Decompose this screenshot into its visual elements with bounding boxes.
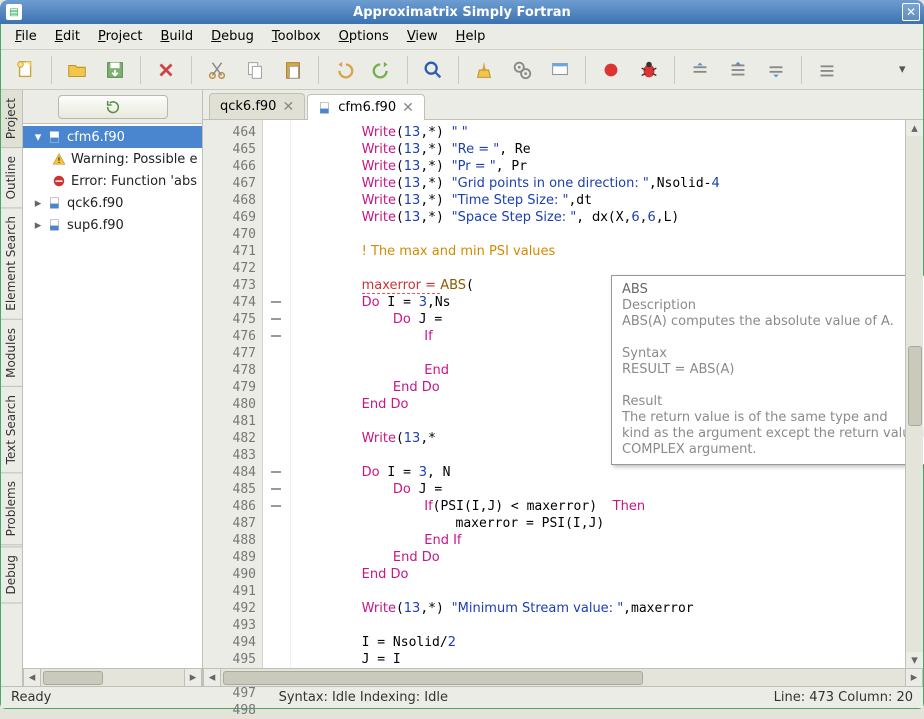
editor-vscroll[interactable]: ▴ ▾ — [905, 120, 923, 668]
step-into-icon[interactable] — [723, 55, 753, 85]
cut-icon[interactable] — [202, 55, 232, 85]
tree-file[interactable]: ▸ qck6.f90 — [23, 192, 202, 214]
menu-options[interactable]: Options — [333, 26, 395, 47]
status-mid: Syntax: Idle Indexing: Idle — [279, 690, 506, 705]
fortran-file-icon — [47, 195, 63, 211]
side-tab-strip: Project Outline Element Search Modules T… — [1, 90, 23, 686]
editor: qck6.f90 ✕ cfm6.f90 ✕ 464 465 466 467 46… — [203, 90, 923, 686]
step-over-icon[interactable] — [685, 55, 715, 85]
project-tree[interactable]: ▾ cfm6.f90 Warning: Possible e Error: Fu… — [23, 124, 202, 668]
fortran-file-icon — [47, 129, 63, 145]
close-icon[interactable]: ✕ — [282, 99, 294, 115]
error-icon — [51, 173, 67, 189]
sidetab-outline[interactable]: Outline — [1, 148, 22, 208]
tree-warning[interactable]: Warning: Possible e — [23, 148, 202, 170]
tree-file[interactable]: ▸ sup6.f90 — [23, 214, 202, 236]
build-icon[interactable] — [507, 55, 537, 85]
paste-icon[interactable] — [278, 55, 308, 85]
run-icon[interactable] — [545, 55, 575, 85]
save-icon[interactable] — [100, 55, 130, 85]
open-icon[interactable] — [62, 55, 92, 85]
debug-bug-icon[interactable] — [634, 55, 664, 85]
editor-hscroll[interactable]: ◂▸ — [203, 668, 923, 686]
close-icon[interactable]: ✕ — [402, 100, 414, 116]
record-icon[interactable] — [596, 55, 626, 85]
fortran-file-icon — [318, 101, 332, 115]
app-icon: ▤ — [6, 4, 22, 20]
close-icon[interactable]: ✕ — [902, 3, 920, 21]
menu-file[interactable]: File — [9, 26, 43, 47]
clean-icon[interactable] — [469, 55, 499, 85]
titlebar: ▤ Approximatrix Simply Fortran ✕ — [0, 0, 924, 24]
fold-marks[interactable] — [263, 120, 291, 668]
tree-file-active[interactable]: ▾ cfm6.f90 — [23, 126, 202, 148]
menu-help[interactable]: Help — [450, 26, 492, 47]
fortran-file-icon — [47, 217, 63, 233]
toolbar-overflow-icon[interactable]: ▾ — [899, 62, 913, 77]
copy-icon[interactable] — [240, 55, 270, 85]
sidetab-project[interactable]: Project — [1, 90, 22, 148]
status-left: Ready — [11, 690, 51, 705]
tab-cfm6[interactable]: cfm6.f90 ✕ — [307, 94, 425, 120]
editor-tabs: qck6.f90 ✕ cfm6.f90 ✕ — [203, 90, 923, 120]
line-gutter: 464 465 466 467 468 469 470 471 472 473 … — [203, 120, 263, 668]
menu-toolbox[interactable]: Toolbox — [266, 26, 327, 47]
step-out-icon[interactable] — [761, 55, 791, 85]
menu-debug[interactable]: Debug — [205, 26, 260, 47]
redo-icon[interactable] — [367, 55, 397, 85]
tree-error[interactable]: Error: Function 'abs — [23, 170, 202, 192]
sidetab-debug[interactable]: Debug — [1, 546, 22, 603]
stop-debug-icon[interactable] — [812, 55, 842, 85]
sidetab-modules[interactable]: Modules — [1, 320, 22, 387]
window-title: Approximatrix Simply Fortran — [353, 5, 571, 20]
menubar: File Edit Project Build Debug Toolbox Op… — [1, 24, 923, 50]
undo-icon[interactable] — [329, 55, 359, 85]
sidetab-element-search[interactable]: Element Search — [1, 208, 22, 320]
new-file-icon[interactable] — [11, 55, 41, 85]
status-bar: Ready Syntax: Idle Indexing: Idle Line: … — [1, 686, 923, 708]
menu-build[interactable]: Build — [154, 26, 199, 47]
status-cursor: Line: 473 Column: 20 — [733, 690, 913, 705]
toolbar: ▾ — [1, 50, 923, 90]
panel-hscroll[interactable]: ◂▸ — [23, 668, 202, 686]
warning-icon — [51, 151, 67, 167]
refresh-button[interactable] — [58, 95, 168, 119]
menu-view[interactable]: View — [401, 26, 444, 47]
delete-icon[interactable] — [151, 55, 181, 85]
sidetab-problems[interactable]: Problems — [1, 473, 22, 545]
project-panel: ▾ cfm6.f90 Warning: Possible e Error: Fu… — [23, 90, 203, 686]
tree-file-label: cfm6.f90 — [67, 130, 125, 145]
search-icon[interactable] — [418, 55, 448, 85]
menu-project[interactable]: Project — [92, 26, 149, 47]
intellisense-tooltip: ABS Description ABS(A) computes the abso… — [611, 275, 924, 465]
menu-edit[interactable]: Edit — [49, 26, 86, 47]
sidetab-text-search[interactable]: Text Search — [1, 387, 22, 473]
tab-qck6[interactable]: qck6.f90 ✕ — [209, 93, 305, 119]
